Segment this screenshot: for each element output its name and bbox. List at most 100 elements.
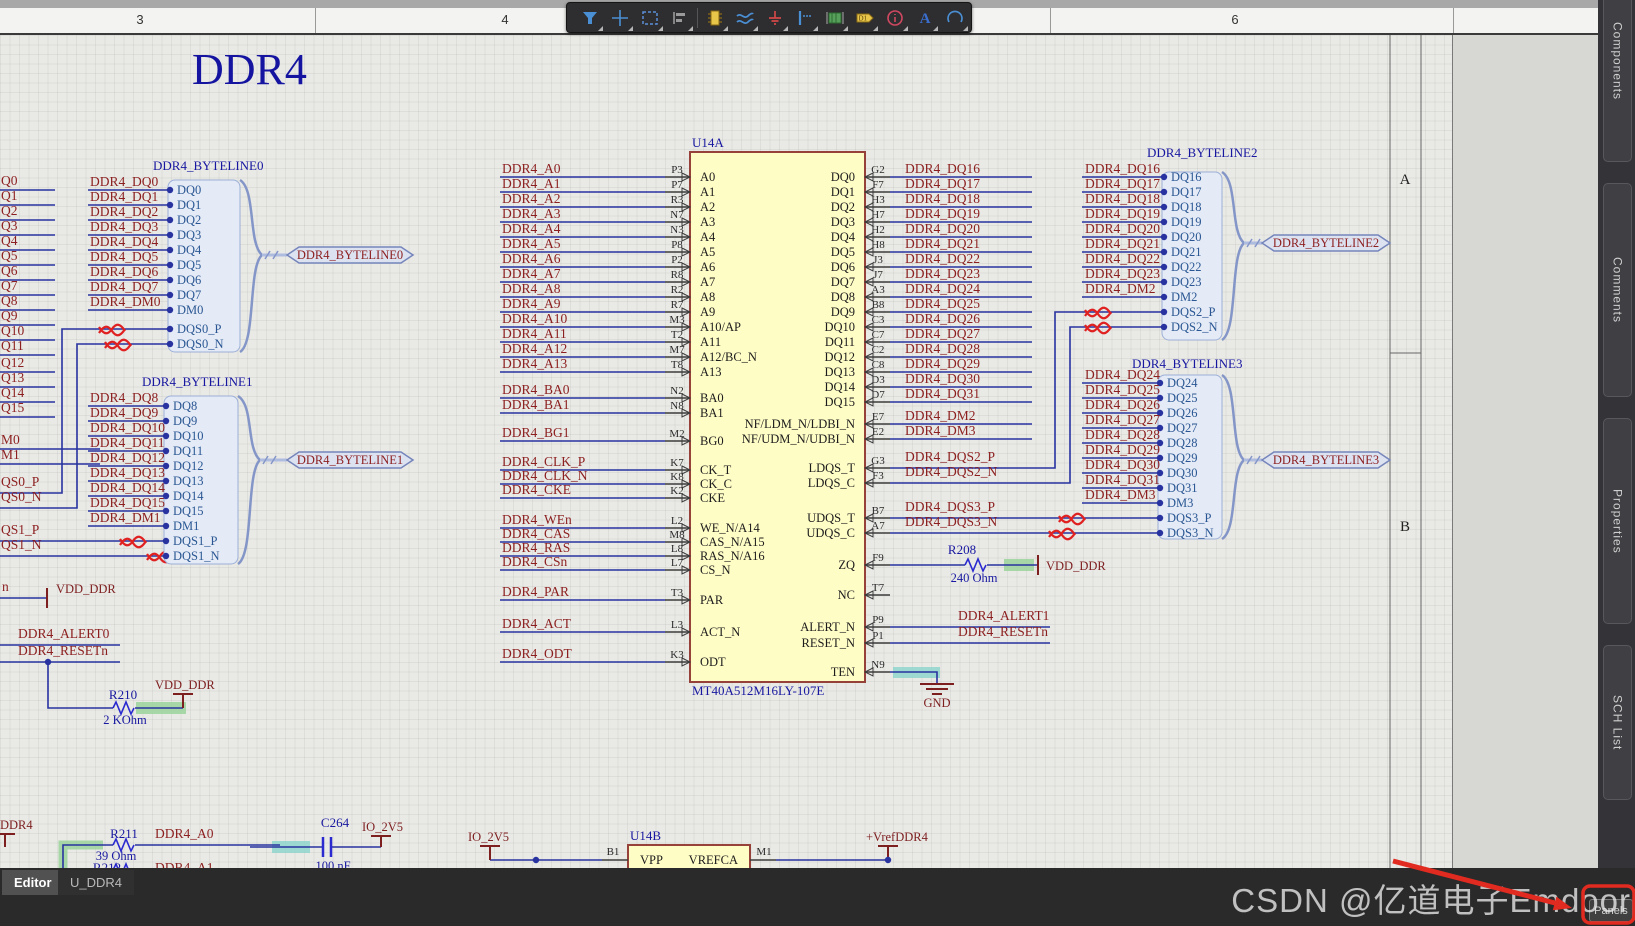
net-label[interactable]: DDR4_DQ14 xyxy=(90,480,165,495)
place-gnd-port-icon[interactable] xyxy=(760,5,790,31)
net-label[interactable]: Q9 xyxy=(1,308,18,323)
value-text[interactable]: GND xyxy=(923,696,950,710)
place-wire-icon[interactable] xyxy=(730,5,760,31)
net-label[interactable]: DDR4_DQ26 xyxy=(905,311,980,326)
net-label[interactable]: DDR4_DQS2_N xyxy=(905,464,998,479)
net-label[interactable]: DDR4_DQ18 xyxy=(905,191,980,206)
net-label[interactable]: DDR4_DQ30 xyxy=(1085,457,1160,472)
net-label[interactable]: DDR4_DQ19 xyxy=(1085,206,1160,221)
net-label[interactable]: DDR4_DQ8 xyxy=(90,390,159,405)
value-text[interactable]: 240 Ohm xyxy=(951,571,998,585)
net-label[interactable]: DDR4_CAS xyxy=(502,526,570,541)
net-label[interactable]: DDR4_DQS2_P xyxy=(905,449,995,464)
net-label[interactable]: DDR4_A2 xyxy=(502,191,561,206)
harness-entry[interactable]: DQ18 xyxy=(1171,200,1202,214)
harness-entry[interactable]: DQ10 xyxy=(173,429,204,443)
net-label[interactable]: DDR4_RAS xyxy=(502,540,570,555)
harness-entry[interactable]: DQ6 xyxy=(177,273,201,287)
net-label[interactable]: DDR4_A0 xyxy=(155,826,214,841)
tab-editor[interactable]: Editor xyxy=(2,870,64,895)
net-label[interactable]: DDR4_A0 xyxy=(502,161,561,176)
net-label[interactable]: DDR4_DQ23 xyxy=(905,266,980,281)
net-label[interactable]: DDR4_DQ24 xyxy=(1085,367,1160,382)
net-label[interactable]: DDR4_DQ5 xyxy=(90,249,159,264)
net-label[interactable]: DDR4_DQ22 xyxy=(905,251,980,266)
net-label[interactable]: DDR4_DQ29 xyxy=(905,356,980,371)
net-label[interactable]: n xyxy=(2,579,9,594)
net-label[interactable]: DDR4_RESETn xyxy=(958,624,1048,639)
net-label[interactable]: Q3 xyxy=(1,218,18,233)
power-port[interactable] xyxy=(480,846,500,860)
net-label[interactable]: DDR4_DQ16 xyxy=(905,161,980,176)
net-label[interactable]: DDR4_A4 xyxy=(502,221,561,236)
harness-entry[interactable]: DQ24 xyxy=(1167,376,1198,390)
harness-entry[interactable]: DQ2 xyxy=(177,213,201,227)
harness-entry[interactable]: DQ19 xyxy=(1171,215,1202,229)
net-label[interactable]: DDR4_BA0 xyxy=(502,382,570,397)
place-port-icon[interactable]: D1 xyxy=(850,5,880,31)
net-label[interactable]: DDR4_DQ25 xyxy=(905,296,980,311)
net-label[interactable]: DDR4_A12 xyxy=(502,341,567,356)
harness-entry[interactable]: DQS2_N xyxy=(1171,320,1218,334)
net-label[interactable]: DDR4_DQ22 xyxy=(1085,251,1160,266)
net-label[interactable]: DDR4_WEn xyxy=(502,512,572,527)
harness-entry[interactable]: DM3 xyxy=(1167,496,1193,510)
harness-entry[interactable]: DQS1_N xyxy=(173,549,220,563)
harness-entry[interactable]: DQ4 xyxy=(177,243,202,257)
net-label[interactable]: DDR4_A1 xyxy=(502,176,561,191)
tab-u-ddr4[interactable]: U_DDR4 xyxy=(58,870,134,895)
harness-entry[interactable]: DQ11 xyxy=(173,444,203,458)
net-label[interactable]: Q2 xyxy=(1,203,18,218)
harness-entry[interactable]: DQ0 xyxy=(177,183,201,197)
harness-entry[interactable]: DQS0_P xyxy=(177,322,222,336)
net-label[interactable]: DDR4_A3 xyxy=(502,206,561,221)
harness-entry[interactable]: DQ17 xyxy=(1171,185,1202,199)
net-label[interactable]: DDR4_A11 xyxy=(502,326,567,341)
net-label[interactable]: DDR4_DM2 xyxy=(1085,281,1156,296)
net-label[interactable]: DDR4_A5 xyxy=(502,236,561,251)
value-text[interactable]: R208 xyxy=(948,542,976,557)
net-label[interactable]: DDR4_DQ20 xyxy=(905,221,980,236)
net-label[interactable]: DDR4_DQ7 xyxy=(90,279,159,294)
net-label[interactable]: DDR4_DQ18 xyxy=(1085,191,1160,206)
net-label[interactable]: DDR4_A8 xyxy=(502,281,561,296)
harness-entry[interactable]: DQ21 xyxy=(1171,245,1202,259)
net-label[interactable]: DDR4_DQ3 xyxy=(90,219,159,234)
net-label[interactable]: DDR4_A10 xyxy=(502,311,568,326)
net-label[interactable]: DDR4_DQ13 xyxy=(90,465,165,480)
filter-icon[interactable] xyxy=(575,5,605,31)
net-label[interactable]: DDR4_DQ30 xyxy=(905,371,980,386)
gnd-symbol[interactable] xyxy=(920,684,954,694)
value-text[interactable]: C264 xyxy=(321,815,350,830)
net-label[interactable]: M0 xyxy=(1,432,20,447)
harness-entry[interactable]: DQ12 xyxy=(173,459,204,473)
place-sheet-symbol-icon[interactable] xyxy=(820,5,850,31)
harness-entry[interactable]: DM2 xyxy=(1171,290,1197,304)
net-label[interactable]: DDR4_ALERT0 xyxy=(18,626,110,641)
net-label[interactable]: DDR4_CLK_P xyxy=(502,454,585,469)
harness-entry[interactable]: DM1 xyxy=(173,519,199,533)
power-port[interactable] xyxy=(371,836,391,847)
value-text[interactable]: R210 xyxy=(109,687,137,702)
harness-entry[interactable]: DQ16 xyxy=(1171,170,1202,184)
net-label[interactable]: QS0_N xyxy=(1,489,42,504)
selection-rect-icon[interactable] xyxy=(635,5,665,31)
net-label[interactable]: DDR4_DQS3_P xyxy=(905,499,995,514)
net-label[interactable]: DDR4_DQ17 xyxy=(1085,176,1160,191)
harness-entry[interactable]: DQ9 xyxy=(173,414,197,428)
net-label[interactable]: DDR4_DQ26 xyxy=(1085,397,1160,412)
net-label[interactable]: DDR4_DQ6 xyxy=(90,264,159,279)
place-arc-icon[interactable] xyxy=(940,5,970,31)
harness-entry[interactable]: DQ14 xyxy=(173,489,204,503)
harness-entry[interactable]: DQ28 xyxy=(1167,436,1198,450)
wire[interactable] xyxy=(48,662,113,708)
net-label[interactable]: DDR4_DQ1 xyxy=(90,189,158,204)
panel-tab-sch-list[interactable]: SCH List xyxy=(1603,645,1632,800)
net-label[interactable]: DDR4_DQ28 xyxy=(905,341,980,356)
resistor-symbol[interactable] xyxy=(965,559,986,571)
net-label[interactable]: DDR4_DQS3_N xyxy=(905,514,998,529)
net-label[interactable]: DDR4_DQ2 xyxy=(90,204,158,219)
net-label[interactable]: QS1_P xyxy=(1,522,39,537)
harness-entry[interactable]: DQ3 xyxy=(177,228,201,242)
harness-entry[interactable]: DQ22 xyxy=(1171,260,1202,274)
